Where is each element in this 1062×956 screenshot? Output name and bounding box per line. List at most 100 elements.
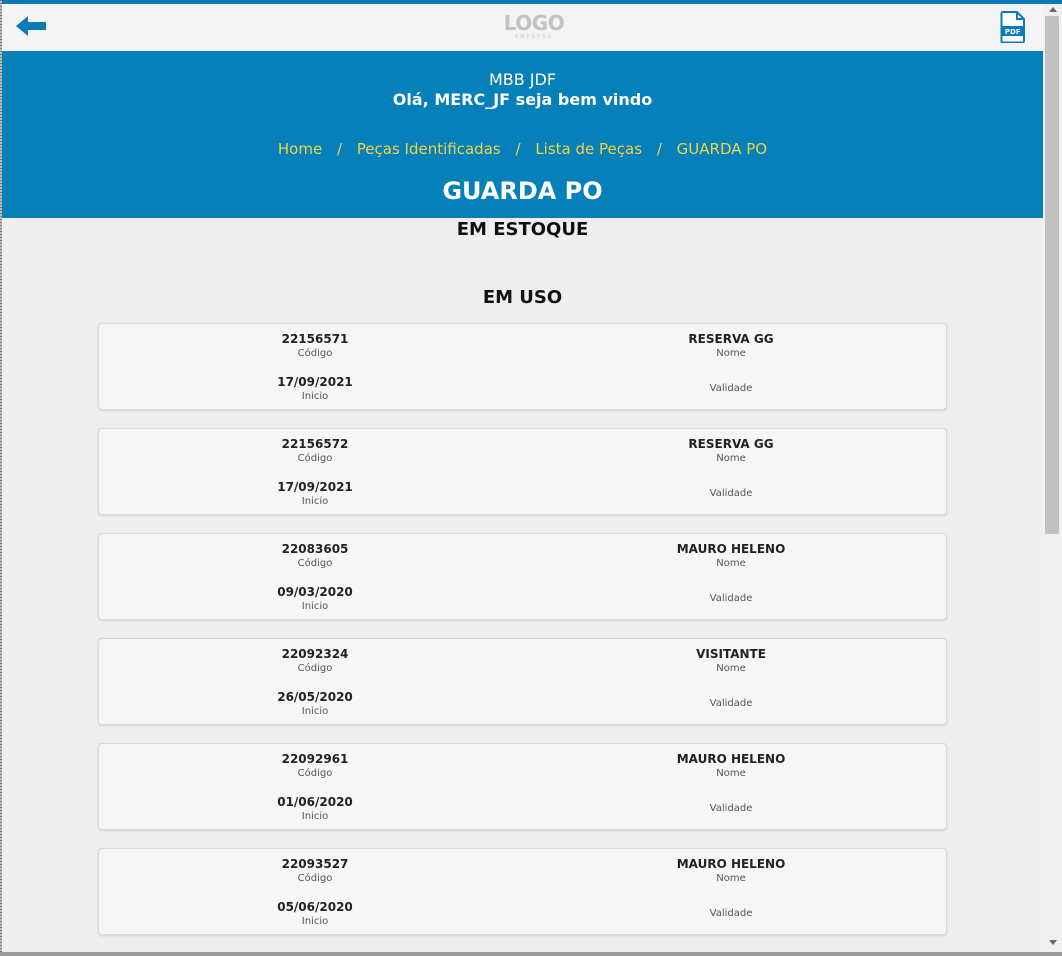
page-title: GUARDA PO — [442, 177, 603, 205]
back-button[interactable] — [14, 12, 50, 40]
validity-field: Validade — [616, 682, 846, 710]
code-value: 22156571 — [281, 332, 349, 346]
item-card[interactable]: 22092324 Código VISITANTE Nome 26/05/202… — [98, 638, 947, 725]
start-value: 17/09/2021 — [277, 375, 353, 389]
validity-field: Validade — [616, 577, 846, 605]
company-logo: LOGO EMPRESA — [502, 12, 566, 42]
name-label: Nome — [716, 663, 746, 674]
validity-field: Validade — [616, 787, 846, 815]
breadcrumb-current[interactable]: GUARDA PO — [677, 140, 767, 158]
start-value: 26/05/2020 — [277, 690, 353, 704]
vertical-scrollbar[interactable] — [1043, 4, 1062, 952]
validity-value — [616, 367, 846, 382]
code-label: Código — [297, 348, 333, 359]
breadcrumb-separator: / — [656, 140, 662, 158]
name-label: Nome — [716, 348, 746, 359]
top-bar: LOGO EMPRESA PDF — [2, 4, 1043, 51]
breadcrumb-home[interactable]: Home — [278, 140, 322, 158]
name-label: Nome — [716, 558, 746, 569]
scroll-down-arrow-icon[interactable] — [1049, 940, 1057, 945]
section-title-stock: EM ESTOQUE — [456, 219, 589, 240]
start-label: Inicio — [301, 391, 329, 402]
code-field: 22092961 Código — [200, 752, 430, 780]
name-label: Nome — [716, 453, 746, 464]
app-window: LOGO EMPRESA PDF MBB JDF Olá, MERC_JF se… — [0, 0, 1062, 956]
start-field: 26/05/2020 Inicio — [200, 690, 430, 718]
validity-field: Validade — [616, 892, 846, 920]
item-card[interactable]: 22156572 Código RESERVA GG Nome 17/09/20… — [98, 428, 947, 515]
item-card[interactable]: 22092961 Código MAURO HELENO Nome 01/06/… — [98, 743, 947, 830]
window-bottom-edge — [0, 952, 1062, 956]
name-value: MAURO HELENO — [676, 542, 786, 556]
scrollbar-thumb[interactable] — [1045, 16, 1059, 534]
logo-text: LOGO — [503, 11, 565, 35]
name-field: MAURO HELENO Nome — [616, 542, 846, 570]
breadcrumb-pecas-identificadas[interactable]: Peças Identificadas — [357, 140, 501, 158]
validity-value — [616, 577, 846, 592]
start-value: 01/06/2020 — [277, 795, 353, 809]
name-value: MAURO HELENO — [676, 857, 786, 871]
code-field: 22083605 Código — [200, 542, 430, 570]
validity-value — [616, 682, 846, 697]
validity-value — [616, 472, 846, 487]
pdf-export-button[interactable]: PDF — [1000, 11, 1026, 44]
item-card[interactable]: 22093527 Código MAURO HELENO Nome 05/06/… — [98, 848, 947, 935]
name-field: RESERVA GG Nome — [616, 437, 846, 465]
pdf-file-icon: PDF — [1000, 11, 1025, 44]
validity-label: Validade — [709, 593, 753, 604]
name-field: VISITANTE Nome — [616, 647, 846, 675]
start-label: Inicio — [301, 811, 329, 822]
code-field: 22156572 Código — [200, 437, 430, 465]
start-field: 09/03/2020 Inicio — [200, 585, 430, 613]
code-field: 22093527 Código — [200, 857, 430, 885]
code-field: 22092324 Código — [200, 647, 430, 675]
start-label: Inicio — [301, 916, 329, 927]
validity-value — [616, 787, 846, 802]
validity-field: Validade — [616, 367, 846, 395]
item-card[interactable]: 22156571 Código RESERVA GG Nome 17/09/20… — [98, 323, 947, 410]
name-label: Nome — [716, 768, 746, 779]
name-value: MAURO HELENO — [676, 752, 786, 766]
start-label: Inicio — [301, 496, 329, 507]
name-value: VISITANTE — [696, 647, 766, 661]
name-field: MAURO HELENO Nome — [616, 752, 846, 780]
validity-field: Validade — [616, 472, 846, 500]
breadcrumb: Home / Peças Identificadas / Lista de Pe… — [2, 139, 1043, 159]
code-value: 22093527 — [281, 857, 349, 871]
start-field: 05/06/2020 Inicio — [200, 900, 430, 928]
code-value: 22156572 — [281, 437, 349, 451]
code-value: 22083605 — [281, 542, 349, 556]
section-title-in-use: EM USO — [482, 287, 563, 308]
start-value: 09/03/2020 — [277, 585, 353, 599]
name-field: RESERVA GG Nome — [616, 332, 846, 360]
start-label: Inicio — [301, 601, 329, 612]
validity-label: Validade — [709, 803, 753, 814]
breadcrumb-lista-de-pecas[interactable]: Lista de Peças — [535, 140, 642, 158]
code-value: 22092324 — [281, 647, 349, 661]
code-label: Código — [297, 663, 333, 674]
page-header: MBB JDF Olá, MERC_JF seja bem vindo Home… — [2, 51, 1043, 218]
code-label: Código — [297, 558, 333, 569]
code-field: 22156571 Código — [200, 332, 430, 360]
validity-label: Validade — [709, 488, 753, 499]
breadcrumb-separator: / — [515, 140, 521, 158]
arrow-left-icon — [16, 16, 46, 36]
code-label: Código — [297, 768, 333, 779]
start-field: 01/06/2020 Inicio — [200, 795, 430, 823]
organization-name: MBB JDF — [488, 70, 557, 89]
validity-label: Validade — [709, 383, 753, 394]
validity-label: Validade — [709, 698, 753, 709]
start-value: 17/09/2021 — [277, 480, 353, 494]
code-value: 22092961 — [281, 752, 349, 766]
scroll-up-arrow-icon[interactable] — [1049, 7, 1057, 12]
name-value: RESERVA GG — [688, 437, 774, 451]
code-label: Código — [297, 873, 333, 884]
pdf-label: PDF — [1005, 28, 1021, 36]
welcome-message: Olá, MERC_JF seja bem vindo — [392, 90, 653, 109]
breadcrumb-separator: / — [336, 140, 343, 158]
item-card[interactable]: 22083605 Código MAURO HELENO Nome 09/03/… — [98, 533, 947, 620]
name-label: Nome — [716, 873, 746, 884]
code-label: Código — [297, 453, 333, 464]
start-value: 05/06/2020 — [277, 900, 353, 914]
start-field: 17/09/2021 Inicio — [200, 375, 430, 403]
